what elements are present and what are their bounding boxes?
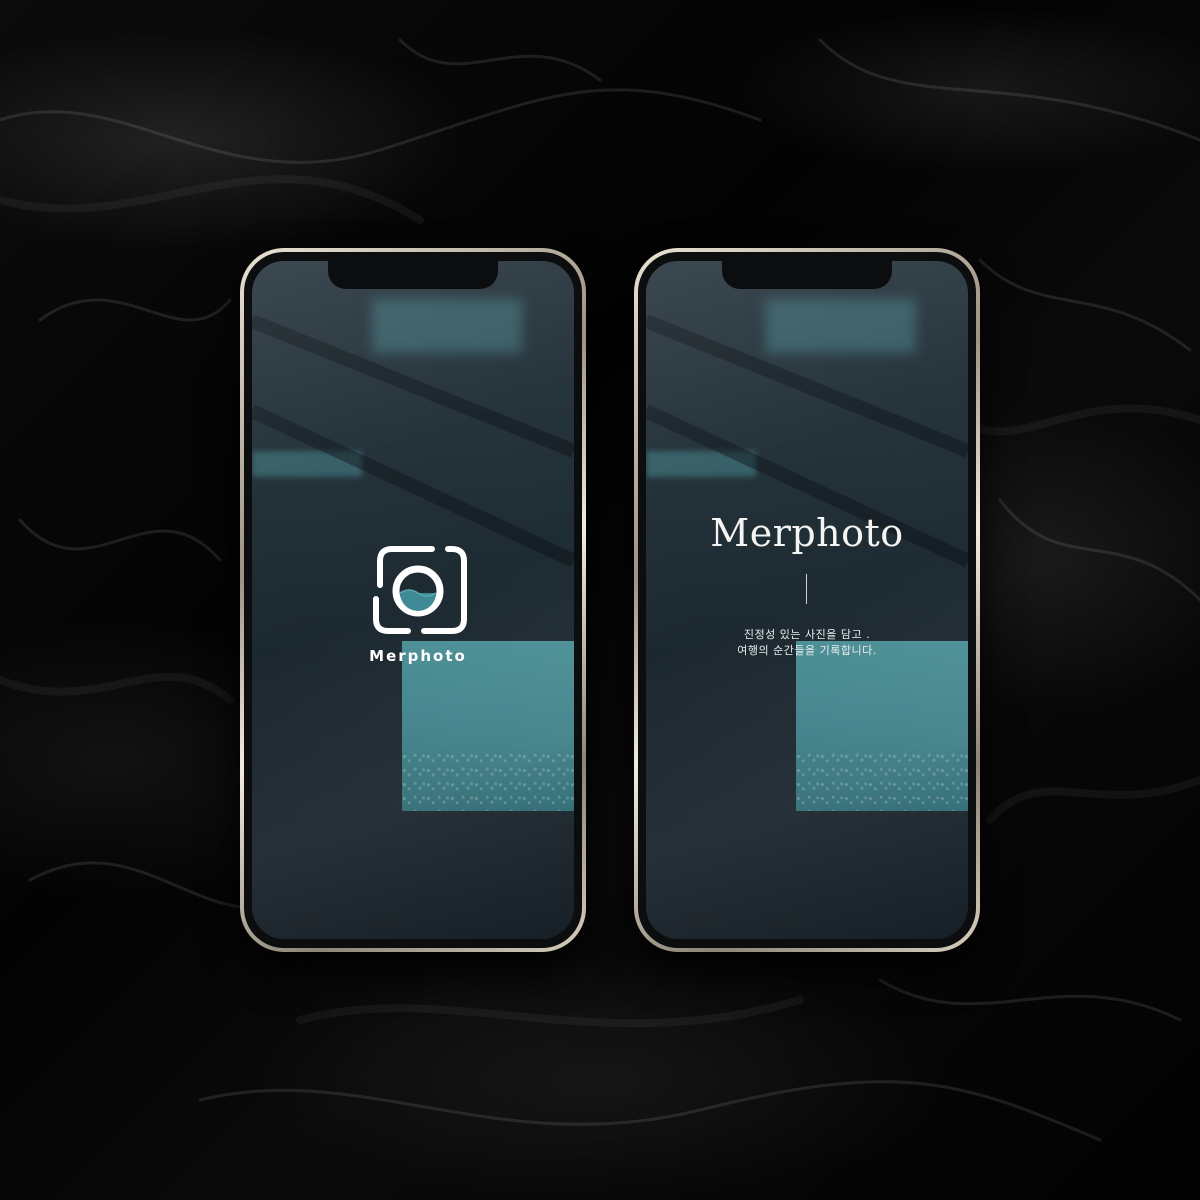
tagline-line-2: 여행의 순간들을 기록합니다. xyxy=(737,644,877,657)
splash-screen: Merphoto xyxy=(252,261,574,939)
title-divider xyxy=(806,574,807,604)
mockup-scene: Merphoto Merphoto 진정성 있는 사진을 담고 . 여행의 순간… xyxy=(0,0,1200,1200)
intro-tagline: 진정성 있는 사진을 담고 . 여행의 순간들을 기록합니다. xyxy=(646,627,968,659)
background-shadows xyxy=(646,314,968,568)
phone-left: Merphoto xyxy=(240,248,586,952)
intro-screen: Merphoto 진정성 있는 사진을 담고 . 여행의 순간들을 기록합니다. xyxy=(646,261,968,939)
tagline-line-1: 진정성 있는 사진을 담고 . xyxy=(743,628,871,641)
splash-logo: Merphoto xyxy=(363,541,473,665)
splash-brand-name: Merphoto xyxy=(369,647,467,665)
plastic-wrap-texture xyxy=(0,38,1200,1142)
intro-title: Merphoto xyxy=(710,511,904,555)
phone-right: Merphoto 진정성 있는 사진을 담고 . 여행의 순간들을 기록합니다. xyxy=(634,248,980,952)
camera-frame-icon xyxy=(373,546,467,634)
phone-notch xyxy=(328,261,498,289)
phone-notch xyxy=(722,261,892,289)
